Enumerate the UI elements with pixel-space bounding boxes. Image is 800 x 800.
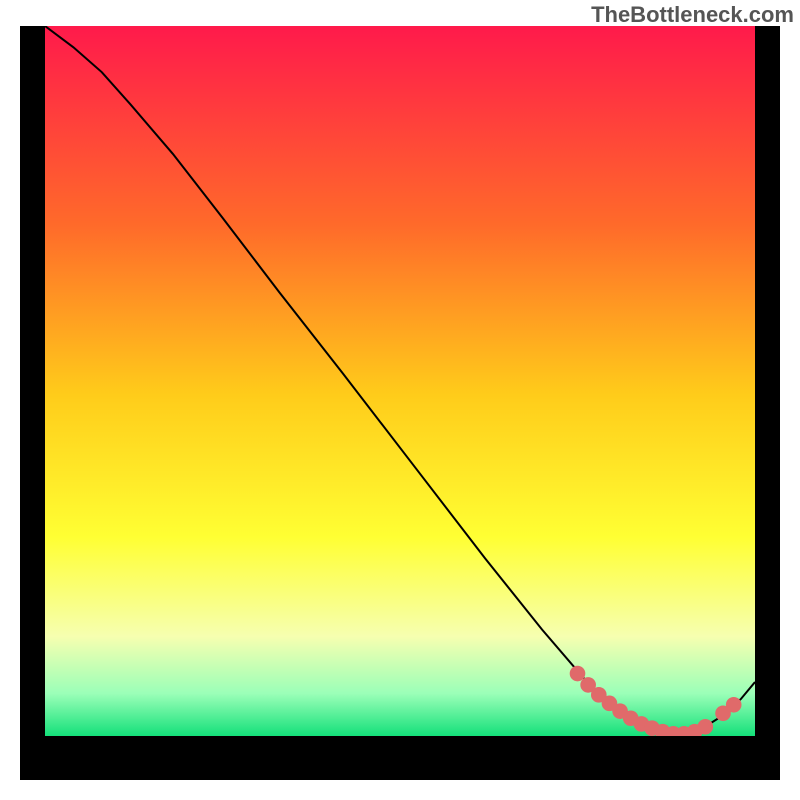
marker-dot (726, 697, 742, 713)
marker-dot (697, 719, 713, 735)
marker-dots (45, 26, 755, 736)
attribution-text: TheBottleneck.com (591, 2, 794, 28)
chart-container: TheBottleneck.com (0, 0, 800, 800)
plot-frame (20, 26, 780, 780)
plot-area (45, 26, 755, 748)
marker-dot (570, 666, 586, 682)
